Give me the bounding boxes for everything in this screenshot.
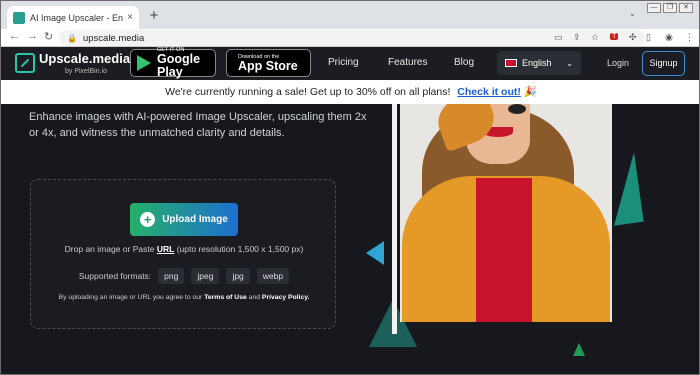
sample-photo	[400, 104, 612, 322]
app-store-button[interactable]: Download on the App Store	[226, 49, 311, 77]
paste-url-link[interactable]: URL	[157, 244, 174, 254]
format-chip: jpeg	[191, 268, 220, 284]
drop-prefix: Drop an image or Paste	[64, 244, 155, 254]
promo-banner: We're currently running a sale! Get up t…	[1, 80, 699, 104]
terms-of-use-link[interactable]: Terms of Use	[204, 294, 247, 301]
profile-icon[interactable]: ◉	[665, 32, 673, 43]
nav-features[interactable]: Features	[388, 57, 427, 68]
google-play-icon	[137, 55, 151, 71]
formats-label: Supported formats:	[78, 271, 152, 281]
drop-suffix: (upto resolution 1,500 x 1,500 px)	[176, 244, 304, 254]
signup-button[interactable]: Signup	[642, 51, 685, 76]
extension-red-icon[interactable]: T	[610, 33, 619, 40]
reload-icon[interactable]: ↻	[44, 30, 53, 43]
supported-formats: Supported formats: png jpeg jpg webp	[31, 268, 337, 284]
decorative-triangle	[366, 241, 384, 265]
google-play-button[interactable]: GET IT ON Google Play	[130, 47, 216, 79]
browser-toolbar: ← → ↻ 🔒 upscale.media ▭ ⇪ ☆ T ✣ ▯ ◉ ⋮	[1, 29, 699, 47]
lock-icon[interactable]: 🔒	[67, 34, 77, 43]
language-label: English	[522, 58, 552, 68]
new-tab-button[interactable]: +	[146, 7, 162, 24]
upload-image-button[interactable]: + Upload Image	[130, 203, 238, 236]
format-chip: jpg	[226, 268, 250, 284]
app-store-label: App Store	[238, 58, 298, 73]
terms-notice: By uploading an image or URL you agree t…	[31, 294, 337, 301]
photo-sunglasses	[508, 104, 526, 114]
forward-icon[interactable]: →	[27, 30, 38, 42]
site-header: Upscale.media by PixelBin.io GET IT ON G…	[1, 47, 699, 80]
google-play-label: Google Play	[157, 52, 201, 79]
minimize-button[interactable]: —	[647, 3, 661, 13]
terms-prefix: By uploading an image or URL you agree t…	[58, 294, 203, 301]
tab-search-icon[interactable]: ⌄	[629, 9, 636, 18]
tab-bar: AI Image Upscaler - Enlarge & × + ⌄ — ❐ …	[1, 1, 699, 29]
decorative-triangle	[573, 343, 585, 356]
photo-shirt	[476, 178, 532, 322]
login-link[interactable]: Login	[607, 58, 629, 68]
upload-button-label: Upload Image	[162, 214, 228, 225]
privacy-policy-link[interactable]: Privacy Policy.	[262, 294, 309, 301]
side-panel-icon[interactable]: ▯	[646, 32, 651, 43]
format-chip: webp	[256, 268, 290, 284]
nav-blog[interactable]: Blog	[454, 57, 474, 68]
intro-text: Enhance images with AI-powered Image Ups…	[29, 111, 367, 139]
site-logo[interactable]: Upscale.media by PixelBin.io	[15, 50, 130, 75]
logo-icon	[15, 52, 35, 73]
tab-close-icon[interactable]: ×	[127, 12, 133, 23]
share-icon[interactable]: ⇪	[573, 32, 581, 43]
close-window-button[interactable]: ✕	[679, 3, 693, 13]
plus-icon: +	[140, 212, 156, 227]
language-select[interactable]: English ⌄	[497, 51, 581, 75]
nav-pricing[interactable]: Pricing	[328, 57, 359, 68]
uk-flag-icon	[505, 59, 517, 67]
chevron-down-icon: ⌄	[566, 58, 573, 68]
tab-title: AI Image Upscaler - Enlarge &	[30, 12, 124, 23]
extensions-puzzle-icon[interactable]: ✣	[629, 32, 637, 43]
promo-link[interactable]: Check it out!	[457, 86, 521, 98]
back-icon[interactable]: ←	[9, 30, 20, 42]
chrome-menu-icon[interactable]: ⋮	[685, 32, 694, 43]
party-icon: 🎉	[523, 86, 537, 98]
install-icon[interactable]: ▭	[554, 32, 563, 43]
favicon-icon	[13, 11, 25, 24]
terms-and: and	[248, 294, 261, 301]
browser-window: AI Image Upscaler - Enlarge & × + ⌄ — ❐ …	[0, 0, 700, 375]
address-url[interactable]: upscale.media	[83, 33, 144, 44]
promo-text: We're currently running a sale! Get up t…	[165, 86, 451, 98]
browser-tab[interactable]: AI Image Upscaler - Enlarge & ×	[7, 6, 139, 29]
compare-slider-handle[interactable]	[392, 104, 397, 334]
maximize-button[interactable]: ❐	[663, 3, 677, 13]
logo-name: Upscale.media	[39, 51, 131, 66]
upload-dropzone[interactable]: + Upload Image Drop an image or Paste UR…	[30, 179, 336, 329]
bookmark-star-icon[interactable]: ☆	[591, 32, 599, 43]
drop-instructions: Drop an image or Paste URL (upto resolut…	[31, 244, 337, 254]
logo-byline: by PixelBin.io	[65, 68, 108, 75]
format-chip: png	[158, 268, 185, 284]
